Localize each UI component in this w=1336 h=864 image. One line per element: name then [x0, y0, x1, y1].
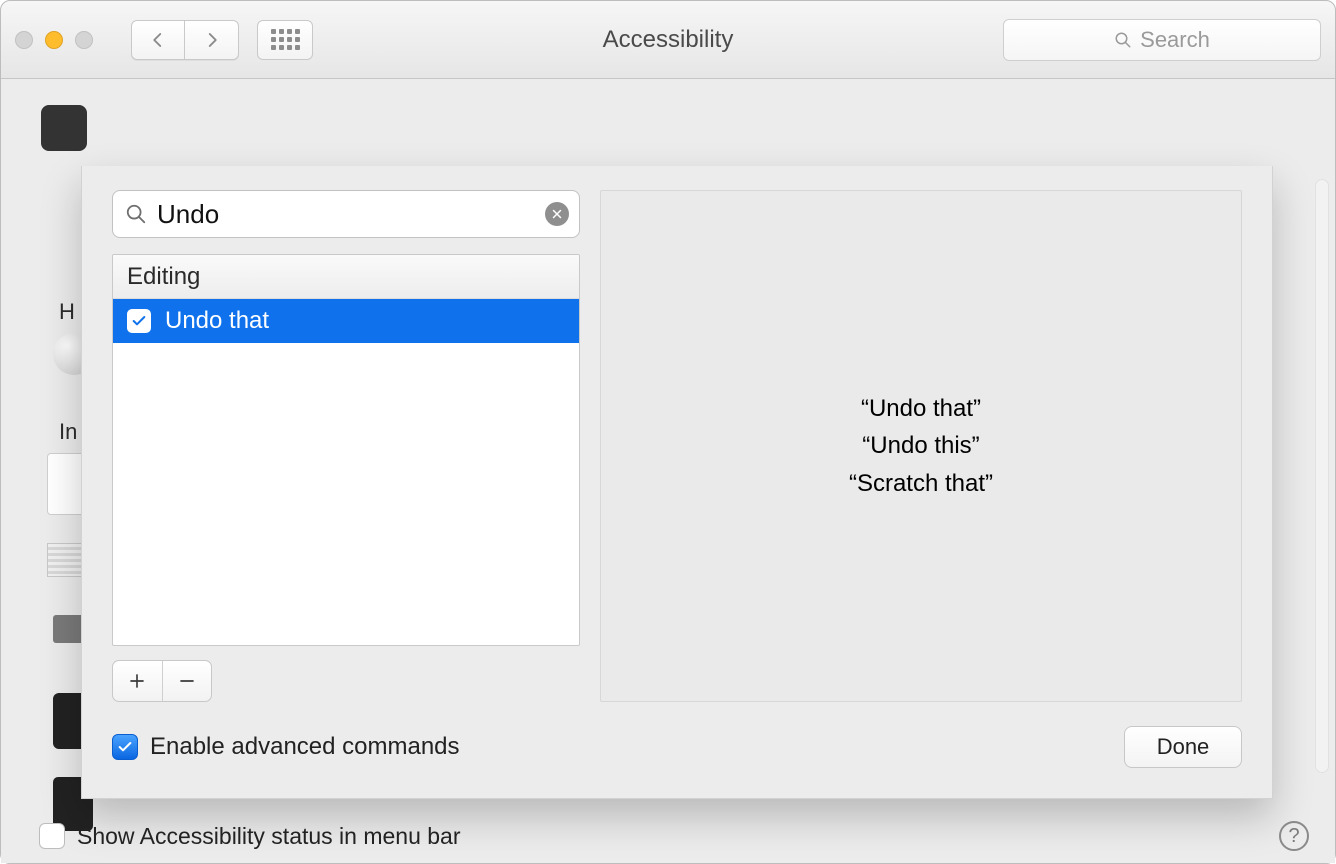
commands-list[interactable]: Editing Undo that [112, 254, 580, 646]
show-status-checkbox[interactable] [39, 823, 65, 849]
add-remove-buttons [112, 660, 212, 702]
vertical-scrollbar[interactable] [1315, 179, 1329, 773]
checkmark-icon [117, 739, 133, 755]
plus-icon [128, 672, 146, 690]
enable-advanced-checkbox[interactable] [112, 734, 138, 760]
add-command-button[interactable] [113, 661, 162, 701]
command-row-undo-that[interactable]: Undo that [113, 299, 579, 343]
search-icon [125, 203, 147, 225]
show-all-button[interactable] [257, 20, 313, 60]
clear-search-button[interactable] [545, 202, 569, 226]
command-phrase: “Undo that” [849, 390, 993, 427]
close-icon [551, 208, 563, 220]
commands-left-column: Editing Undo that [112, 190, 580, 702]
forward-button[interactable] [185, 20, 239, 60]
remove-command-button[interactable] [162, 661, 212, 701]
command-phrase: “Scratch that” [849, 465, 993, 502]
commands-search-input[interactable] [157, 199, 535, 230]
window-body: H In E [1, 79, 1335, 863]
minimize-window-button[interactable] [45, 31, 63, 49]
sheet-footer: Enable advanced commands Done [112, 726, 1242, 768]
minus-icon [178, 672, 196, 690]
toolbar-search-placeholder: Search [1140, 27, 1210, 53]
nav-buttons [131, 20, 239, 60]
done-button[interactable]: Done [1124, 726, 1242, 768]
show-status-label: Show Accessibility status in menu bar [77, 823, 461, 850]
command-row-label: Undo that [165, 307, 269, 335]
help-button[interactable]: ? [1279, 821, 1309, 851]
grid-icon [271, 29, 300, 50]
back-button[interactable] [131, 20, 185, 60]
chevron-right-icon [203, 31, 221, 49]
command-phrases: “Undo that” “Undo this” “Scratch that” [849, 390, 993, 502]
bg-label-interacting: In [59, 419, 77, 445]
command-row-checkbox[interactable] [127, 309, 151, 333]
bg-label-hearing: H [59, 299, 75, 325]
toolbar-search[interactable]: Search [1003, 19, 1321, 61]
zoom-window-button[interactable] [75, 31, 93, 49]
command-detail-pane: “Undo that” “Undo this” “Scratch that” [600, 190, 1242, 702]
enable-advanced-label: Enable advanced commands [150, 733, 460, 761]
show-status-menu-bar[interactable]: Show Accessibility status in menu bar [39, 823, 461, 850]
question-icon: ? [1288, 825, 1299, 848]
window-footer: Show Accessibility status in menu bar ? [39, 821, 1309, 851]
commands-search-field[interactable] [112, 190, 580, 238]
commands-list-header: Editing [113, 255, 579, 299]
checkmark-icon [131, 313, 147, 329]
close-window-button[interactable] [15, 31, 33, 49]
chevron-left-icon [149, 31, 167, 49]
enable-advanced-commands[interactable]: Enable advanced commands [112, 733, 460, 761]
search-icon [1114, 31, 1132, 49]
preferences-window: Accessibility Search H In [0, 0, 1336, 864]
titlebar: Accessibility Search [1, 1, 1335, 79]
commands-sheet: Editing Undo that [81, 166, 1273, 799]
commands-list-empty-area [113, 343, 579, 645]
traffic-lights [15, 31, 93, 49]
command-phrase: “Undo this” [849, 427, 993, 464]
